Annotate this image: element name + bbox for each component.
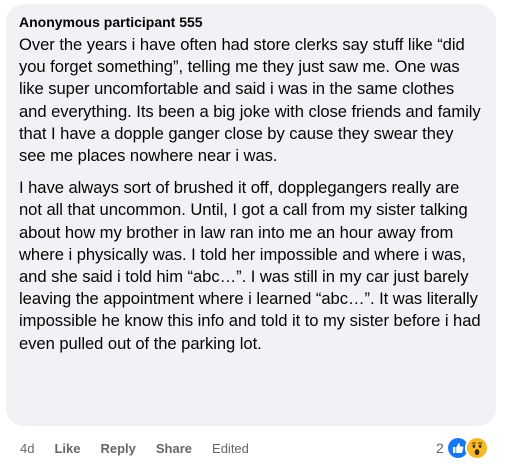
comment-paragraph: Over the years i have often had store cl… bbox=[19, 35, 481, 166]
comment-author[interactable]: Anonymous participant 555 bbox=[19, 13, 483, 31]
reply-button[interactable]: Reply bbox=[100, 441, 135, 457]
wow-icon-graphic bbox=[466, 438, 487, 458]
wow-icon bbox=[464, 436, 489, 460]
comment-actions: 4d Like Reply Share Edited bbox=[20, 440, 269, 458]
edited-label[interactable]: Edited bbox=[212, 441, 249, 457]
share-button[interactable]: Share bbox=[156, 441, 192, 457]
reaction-count: 2 bbox=[436, 440, 444, 456]
comment-bubble: Anonymous participant 555 Over the years… bbox=[6, 4, 496, 426]
comment-timestamp[interactable]: 4d bbox=[20, 441, 34, 457]
comment-paragraph: I have always sort of brushed it off, do… bbox=[19, 178, 481, 353]
like-button[interactable]: Like bbox=[54, 441, 80, 457]
reaction-summary[interactable]: 2 bbox=[436, 436, 489, 460]
